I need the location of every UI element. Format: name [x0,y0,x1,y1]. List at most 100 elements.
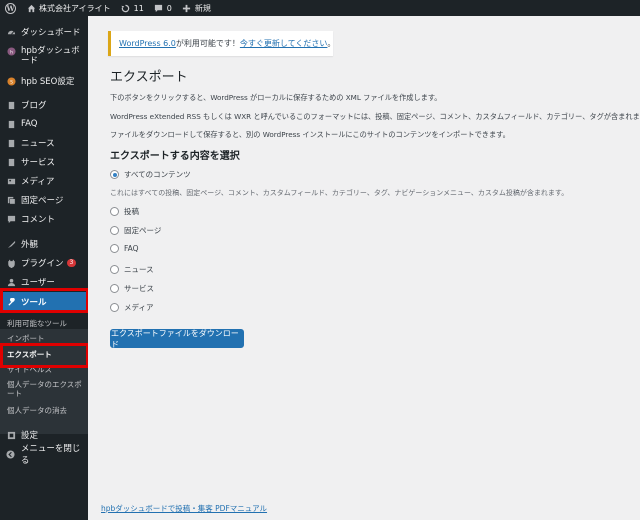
tools-icon [6,297,16,307]
option-news[interactable]: ニュース [110,264,154,275]
updates-icon [121,3,131,13]
admin-bar: W 株式会社アイライト 11 0 新規 [0,0,640,16]
plugin-update-badge: 3 [66,259,77,267]
option-pages[interactable]: 固定ページ [110,225,161,236]
sidebar-item-label: ニュース [21,139,55,149]
sidebar-item-hpb-seo[interactable]: S hpb SEO設定 [0,72,88,90]
pin-icon [6,100,16,110]
sidebar-item-label: サービス [21,158,56,168]
intro-paragraph-1: 下のボタンをクリックすると、WordPress がローカルに保存するための XM… [110,93,442,102]
submenu-export-personal-data[interactable]: 個人データのエクスポート [7,380,85,398]
user-icon [6,277,16,287]
sidebar-item-hpb-dashboard[interactable]: h hpbダッシュボード [0,43,88,69]
sidebar-item-plugins[interactable]: プラグイン 3 [0,254,88,272]
intro-paragraph-3: ファイルをダウンロードして保存すると、別の WordPress インストールにこ… [110,130,510,139]
radio-all-content[interactable] [110,170,119,179]
option-posts[interactable]: 投稿 [110,206,139,217]
option-faq[interactable]: FAQ [110,244,139,253]
sidebar-item-label: メディア [21,177,55,187]
site-name: 株式会社アイライト [39,3,111,13]
option-label: メディア [124,303,154,312]
radio-pages[interactable] [110,226,119,235]
sidebar-item-label: ブログ [21,101,47,111]
appearance-icon [6,239,16,249]
sidebar-item-users[interactable]: ユーザー [0,273,88,291]
wordpress-version-link[interactable]: WordPress 6.0 [119,39,176,48]
update-now-link[interactable]: 今すぐ更新してください [240,38,328,49]
sidebar-item-label: ユーザー [21,278,55,288]
option-label: 投稿 [124,207,139,216]
option-label: すべてのコンテンツ [124,170,191,179]
page-title: エクスポート [110,70,188,85]
radio-posts[interactable] [110,207,119,216]
pin-icon [6,157,16,167]
submenu-import[interactable]: インポート [7,334,85,343]
hpb-icon: h [6,46,16,56]
update-notice: WordPress 6.0 が利用可能です！ 今すぐ更新してください 。 [108,31,335,56]
radio-news[interactable] [110,265,119,274]
admin-sidebar: ダッシュボード h hpbダッシュボード S hpb SEO設定 ブログ FAQ… [0,16,88,520]
wp-logo-button[interactable]: W [0,0,21,16]
site-name-link[interactable]: 株式会社アイライト [21,0,116,16]
sidebar-item-appearance[interactable]: 外観 [0,235,88,253]
submenu-site-health[interactable]: サイトヘルス [7,365,85,374]
sidebar-item-label: ツール [21,298,47,308]
plugin-icon [6,258,16,268]
sidebar-item-faq[interactable]: FAQ [0,115,88,133]
option-label: 固定ページ [124,226,162,235]
sidebar-item-media[interactable]: メディア [0,172,88,190]
svg-text:S: S [10,79,13,85]
pin-icon [6,119,16,129]
sidebar-item-comments[interactable]: コメント [0,210,88,228]
all-content-description: これにはすべての投稿、固定ページ、コメント、カスタムフィールド、カテゴリー、タグ… [110,189,569,197]
radio-faq[interactable] [110,244,119,253]
notice-text: が利用可能です！ [175,39,240,48]
svg-text:h: h [10,49,13,55]
option-label: ニュース [124,265,154,274]
download-export-button[interactable]: エクスポートファイルをダウンロード [110,329,244,349]
option-service[interactable]: サービス [110,283,154,294]
new-label: 新規 [194,3,211,13]
submenu-erase-personal-data[interactable]: 個人データの消去 [7,406,85,415]
hpb-seo-icon: S [6,76,16,86]
option-all-content[interactable]: すべてのコンテンツ [110,169,191,180]
sidebar-item-label: 設定 [21,431,39,441]
sidebar-item-label: hpbダッシュボード [21,46,80,66]
sidebar-item-label: 外観 [21,240,39,250]
comment-icon [6,214,16,224]
export-section-heading: エクスポートする内容を選択 [110,151,240,162]
sidebar-item-blog[interactable]: ブログ [0,96,88,114]
sidebar-item-dashboard[interactable]: ダッシュボード [0,23,88,41]
sidebar-item-news[interactable]: ニュース [0,134,88,152]
sidebar-item-service[interactable]: サービス [0,153,88,171]
plus-icon [182,3,192,13]
sidebar-item-pages[interactable]: 固定ページ [0,191,88,209]
page-icon [6,195,16,205]
main-content: WordPress 6.0 が利用可能です！ 今すぐ更新してください 。 エクス… [88,16,640,520]
comments-count: 0 [166,3,172,13]
option-media[interactable]: メディア [110,302,153,313]
wordpress-icon: W [5,2,16,14]
settings-icon [6,430,16,440]
updates-link[interactable]: 11 [116,0,149,16]
sidebar-item-label: 固定ページ [21,196,64,206]
sidebar-item-label: ダッシュボード [21,28,81,38]
comment-icon [154,3,164,13]
sidebar-item-label: プラグイン [21,259,64,269]
submenu-export[interactable]: エクスポート [7,350,85,359]
submenu-available-tools[interactable]: 利用可能なツール [7,319,85,328]
comments-link[interactable]: 0 [149,0,177,16]
sidebar-item-label: メニューを閉じる [20,444,81,466]
sidebar-item-tools[interactable]: ツール [0,292,88,312]
radio-service[interactable] [110,284,119,293]
collapse-menu-button[interactable]: メニューを閉じる [0,444,88,466]
radio-media[interactable] [110,303,119,312]
sidebar-item-label: hpb SEO設定 [21,77,75,87]
media-icon [6,176,16,186]
option-label: FAQ [124,244,139,253]
new-content-link[interactable]: 新規 [177,0,216,16]
home-icon [26,3,36,13]
updates-count: 11 [133,3,144,13]
pdf-manual-link[interactable]: hpbダッシュボードで投稿・集客 PDFマニュアル [101,503,267,514]
pin-icon [6,138,16,148]
